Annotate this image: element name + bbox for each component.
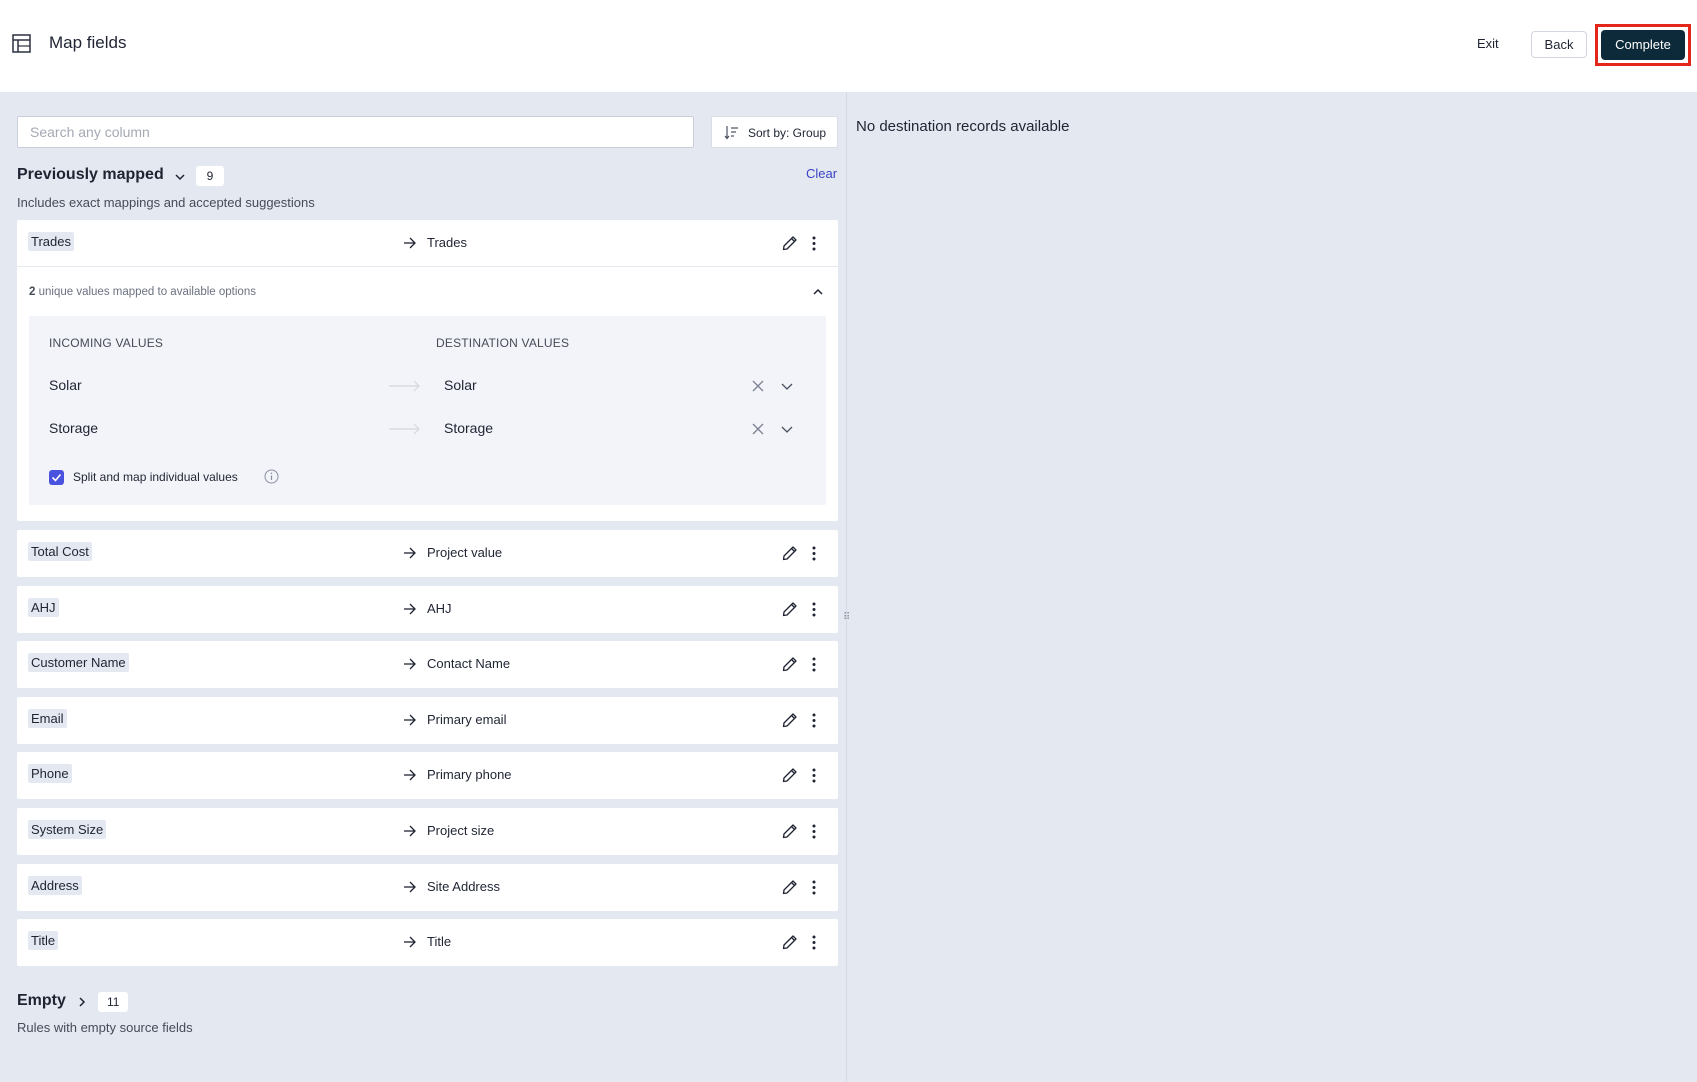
pencil-icon[interactable] (782, 712, 798, 728)
mapping-row[interactable]: Total Cost Project value (17, 530, 838, 577)
arrow-right-icon (404, 714, 416, 726)
back-button[interactable]: Back (1531, 31, 1587, 58)
destination-value-select[interactable]: Storage (444, 420, 493, 436)
mapping-row[interactable]: Title Title (17, 919, 838, 966)
info-icon[interactable] (264, 469, 279, 484)
complete-button[interactable]: Complete (1601, 30, 1685, 60)
pencil-icon[interactable] (782, 656, 798, 672)
empty-section-count: 11 (98, 992, 129, 1012)
destination-field: Trades (427, 235, 467, 250)
complete-button-highlight: Complete (1595, 24, 1691, 66)
mapping-row[interactable]: Customer Name Contact Name (17, 641, 838, 688)
more-vertical-icon[interactable] (810, 879, 818, 896)
sort-icon (724, 126, 738, 140)
exit-button[interactable]: Exit (1465, 30, 1511, 58)
source-field: Phone (28, 764, 72, 783)
check-icon (51, 473, 62, 482)
mapping-row[interactable]: Email Primary email (17, 697, 838, 744)
mapping-row[interactable]: Address Site Address (17, 864, 838, 911)
mapping-row[interactable]: Trades Trades (17, 220, 838, 267)
mapping-card-expanded: Trades Trades 2 unique values mapped to … (17, 220, 838, 521)
arrow-right-icon (404, 825, 416, 837)
page-title: Map fields (49, 33, 127, 52)
destination-values-header: DESTINATION VALUES (436, 336, 570, 350)
drag-handle-icon[interactable]: ⠿ (843, 612, 850, 623)
arrow-right-icon (404, 658, 416, 670)
previously-mapped-title: Previously mapped (17, 166, 164, 183)
unique-values-summary: 2 unique values mapped to available opti… (29, 286, 256, 298)
chevron-down-icon[interactable] (781, 423, 793, 435)
search-input[interactable] (17, 116, 694, 148)
source-field: Address (28, 876, 82, 895)
destination-field: Primary phone (427, 767, 512, 782)
empty-section-description: Rules with empty source fields (17, 1020, 193, 1035)
split-values-checkbox[interactable] (49, 470, 64, 485)
arrow-right-icon (404, 769, 416, 781)
source-field: Email (28, 709, 67, 728)
chevron-right-icon[interactable] (76, 996, 88, 1008)
source-field: Trades (28, 232, 74, 251)
panel-divider (846, 92, 847, 1082)
pencil-icon[interactable] (782, 823, 798, 839)
incoming-value: Solar (49, 377, 82, 393)
source-field: Total Cost (28, 542, 92, 561)
more-vertical-icon[interactable] (810, 767, 818, 784)
source-field: Customer Name (28, 653, 129, 672)
clear-link[interactable]: Clear (806, 166, 837, 181)
previously-mapped-count: 9 (196, 166, 224, 186)
more-vertical-icon[interactable] (810, 545, 818, 562)
previously-mapped-description: Includes exact mappings and accepted sug… (17, 195, 315, 210)
destination-field: Project size (427, 823, 495, 838)
value-mapping-panel: INCOMING VALUES DESTINATION VALUES Solar… (29, 316, 826, 505)
mapping-row[interactable]: AHJ AHJ (17, 586, 838, 633)
destination-value-select[interactable]: Solar (444, 377, 477, 393)
empty-section-title: Empty (17, 992, 66, 1009)
sort-button[interactable]: Sort by: Group (711, 116, 838, 148)
arrow-right-icon (404, 603, 416, 615)
long-arrow-right-icon (389, 380, 420, 392)
source-field: Title (28, 931, 59, 950)
destination-field: Site Address (427, 879, 500, 894)
chevron-up-icon[interactable] (812, 286, 824, 298)
more-vertical-icon[interactable] (810, 823, 818, 840)
close-icon[interactable] (752, 380, 764, 392)
more-vertical-icon[interactable] (810, 601, 818, 618)
more-vertical-icon[interactable] (810, 934, 818, 951)
arrow-right-icon (404, 237, 416, 249)
source-field: AHJ (28, 598, 59, 617)
table-icon (12, 34, 31, 53)
destination-field: Project value (427, 545, 503, 560)
sort-label: Sort by: Group (748, 126, 827, 140)
destination-field: Primary email (427, 712, 507, 727)
destination-field: AHJ (427, 601, 452, 616)
destination-field: Contact Name (427, 656, 511, 671)
long-arrow-right-icon (389, 423, 420, 435)
pencil-icon[interactable] (782, 879, 798, 895)
more-vertical-icon[interactable] (810, 712, 818, 729)
pencil-icon[interactable] (782, 934, 798, 950)
mapping-row[interactable]: Phone Primary phone (17, 752, 838, 799)
no-destination-message: No destination records available (856, 118, 1070, 135)
pencil-icon[interactable] (782, 767, 798, 783)
more-vertical-icon[interactable] (810, 656, 818, 673)
more-vertical-icon[interactable] (810, 235, 818, 252)
destination-field: Title (427, 934, 452, 949)
pencil-icon[interactable] (782, 545, 798, 561)
pencil-icon[interactable] (782, 235, 798, 251)
close-icon[interactable] (752, 423, 764, 435)
top-bar: Map fields Exit Back Complete (0, 0, 1697, 92)
arrow-right-icon (404, 881, 416, 893)
arrow-right-icon (404, 936, 416, 948)
pencil-icon[interactable] (782, 601, 798, 617)
arrow-right-icon (404, 547, 416, 559)
source-field: System Size (28, 820, 107, 839)
unique-values-text: unique values mapped to available option… (35, 286, 256, 298)
split-values-label: Split and map individual values (73, 470, 238, 484)
mapping-row[interactable]: System Size Project size (17, 808, 838, 855)
incoming-value: Storage (49, 420, 99, 436)
chevron-down-icon[interactable] (174, 171, 186, 183)
chevron-down-icon[interactable] (781, 380, 793, 392)
incoming-values-header: INCOMING VALUES (49, 336, 164, 350)
